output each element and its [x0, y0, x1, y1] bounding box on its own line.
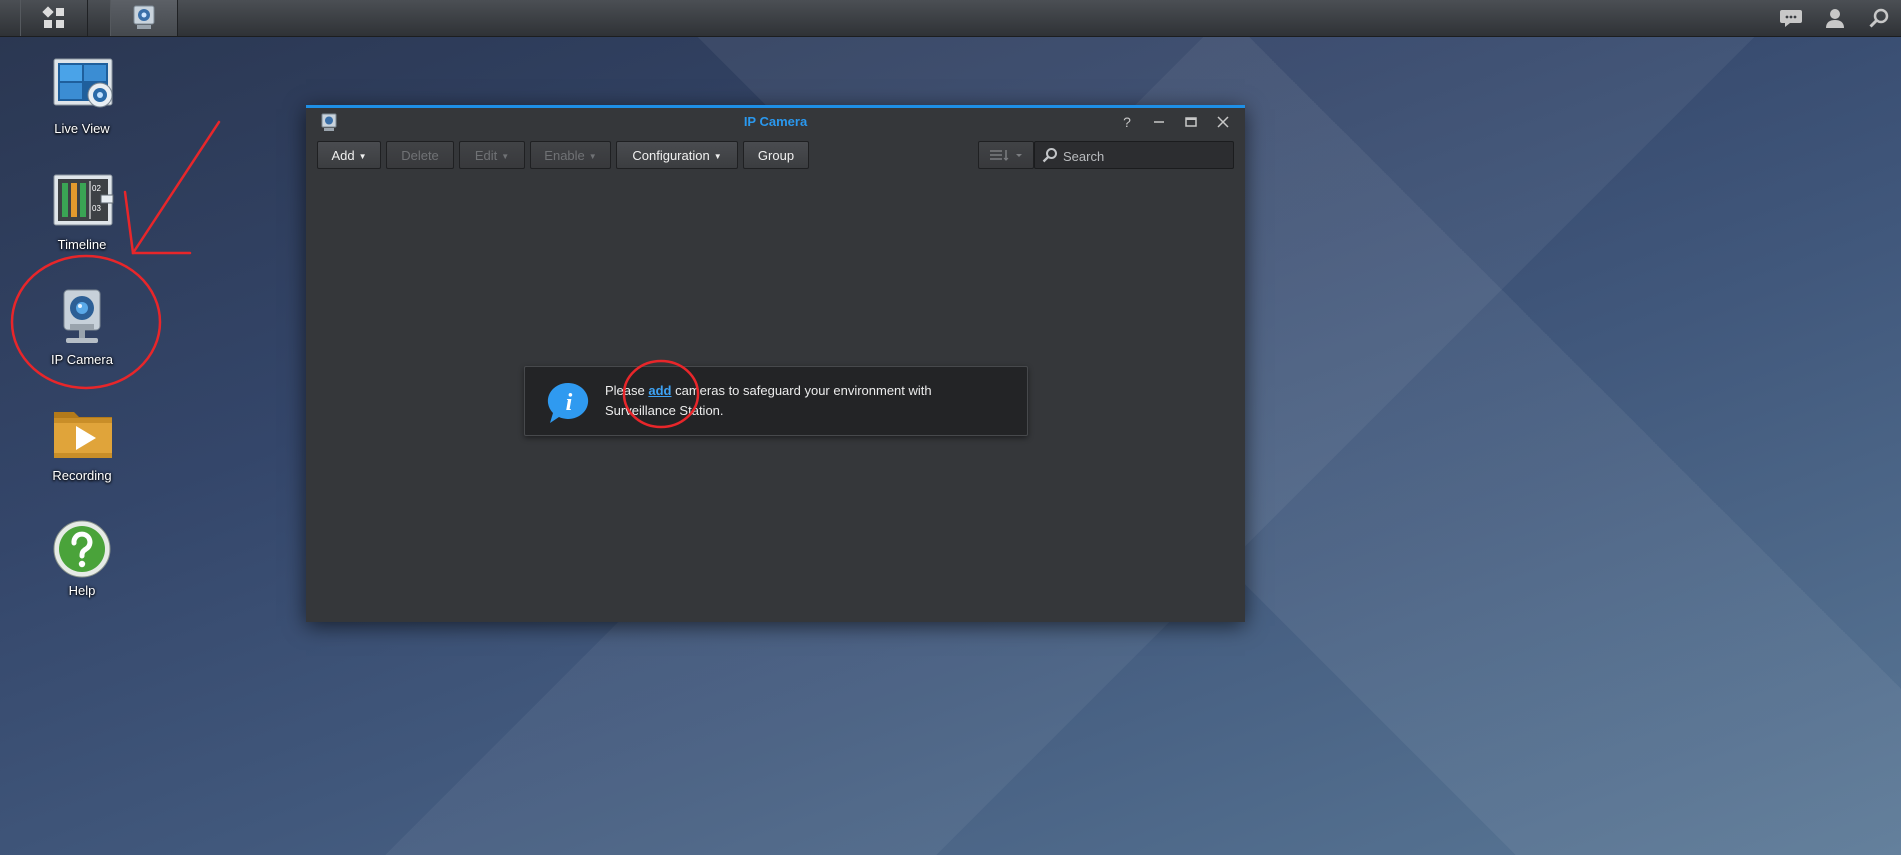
configuration-button-label: Configuration — [632, 148, 710, 163]
group-button-label: Group — [757, 148, 795, 163]
help-glyph-icon: ? — [1123, 114, 1131, 130]
desktop-icon-live-view[interactable]: Live View — [32, 57, 132, 136]
desktop-icon-label: Timeline — [57, 237, 107, 252]
edit-button[interactable]: Edit ▼ — [459, 141, 525, 169]
desktop-icon-recording[interactable]: Recording — [32, 404, 132, 483]
search-icon — [1042, 148, 1057, 163]
main-menu-button[interactable] — [20, 0, 88, 36]
live-view-icon — [53, 58, 113, 108]
search-field[interactable] — [1034, 141, 1234, 169]
notifications-button[interactable] — [1769, 0, 1813, 36]
ip-camera-icon — [133, 5, 155, 29]
ip-camera-window: IP Camera ? Add ▼ Delete Edit ▼ Enable ▼ Co… — [306, 105, 1245, 622]
message-text: Please add cameras to safeguard your env… — [605, 381, 1005, 421]
delete-button[interactable]: Delete — [386, 141, 454, 169]
recording-folder-icon — [54, 412, 112, 458]
ip-camera-icon — [63, 289, 101, 343]
caret-down-icon: ▼ — [713, 152, 722, 161]
caret-down-icon: ▼ — [588, 152, 597, 161]
caret-down-icon: ▼ — [501, 152, 510, 161]
empty-state-message: i Please add cameras to safeguard your e… — [524, 366, 1028, 436]
enable-button-label: Enable — [544, 148, 585, 163]
info-glyph: i — [566, 390, 573, 416]
desktop-icon-label: Help — [68, 583, 96, 598]
timeline-icon: 02 03 — [53, 174, 114, 226]
minimize-icon — [1154, 121, 1164, 123]
window-close-button[interactable] — [1207, 110, 1239, 134]
window-controls: ? — [1111, 110, 1239, 134]
taskbar-ip-camera-button[interactable] — [110, 0, 178, 36]
configuration-button[interactable]: Configuration ▼ — [616, 141, 738, 169]
timeline-mark-03: 03 — [92, 204, 101, 213]
desktop-icon-label: Recording — [52, 468, 112, 483]
window-maximize-button[interactable] — [1175, 110, 1207, 134]
window-title: IP Camera — [743, 114, 808, 129]
desktop-icon-ip-camera[interactable]: IP Camera — [32, 288, 132, 367]
add-button-label: Add — [331, 148, 355, 163]
enable-button[interactable]: Enable ▼ — [530, 141, 611, 169]
search-input[interactable] — [1061, 145, 1225, 167]
maximize-icon — [1185, 117, 1197, 127]
desktop-icon-help[interactable]: Help — [32, 519, 132, 598]
delete-button-label: Delete — [401, 148, 439, 163]
chat-bubble-icon — [1780, 10, 1802, 27]
sort-button[interactable] — [978, 141, 1034, 169]
timeline-mark-02: 02 — [92, 184, 101, 193]
info-bubble-icon: i — [545, 380, 593, 426]
sort-list-icon — [990, 150, 1022, 161]
message-prefix: Please — [605, 383, 649, 398]
user-icon — [1826, 9, 1844, 28]
user-button[interactable] — [1813, 0, 1857, 36]
close-icon — [1217, 116, 1229, 128]
add-camera-link[interactable]: add — [648, 383, 671, 398]
grid-menu-icon — [42, 6, 64, 28]
help-icon — [53, 520, 111, 578]
annotation-arrow-head — [123, 190, 192, 255]
edit-button-label: Edit — [474, 148, 498, 163]
caret-down-icon: ▼ — [358, 152, 367, 161]
add-button[interactable]: Add ▼ — [317, 141, 381, 169]
toolbar: Add ▼ Delete Edit ▼ Enable ▼ Configuration ▼… — [317, 141, 1234, 171]
window-minimize-button[interactable] — [1143, 110, 1175, 134]
search-icon — [1869, 8, 1889, 28]
group-button[interactable]: Group — [743, 141, 809, 169]
window-help-button[interactable]: ? — [1111, 110, 1143, 134]
search-button[interactable] — [1857, 0, 1901, 36]
desktop-icon-label: IP Camera — [51, 352, 113, 367]
annotation-arrow-shaft — [131, 120, 221, 255]
desktop-icon-timeline[interactable]: 02 03 Timeline — [32, 173, 132, 252]
desktop-icon-label: Live View — [54, 121, 110, 136]
taskbar — [0, 0, 1901, 37]
